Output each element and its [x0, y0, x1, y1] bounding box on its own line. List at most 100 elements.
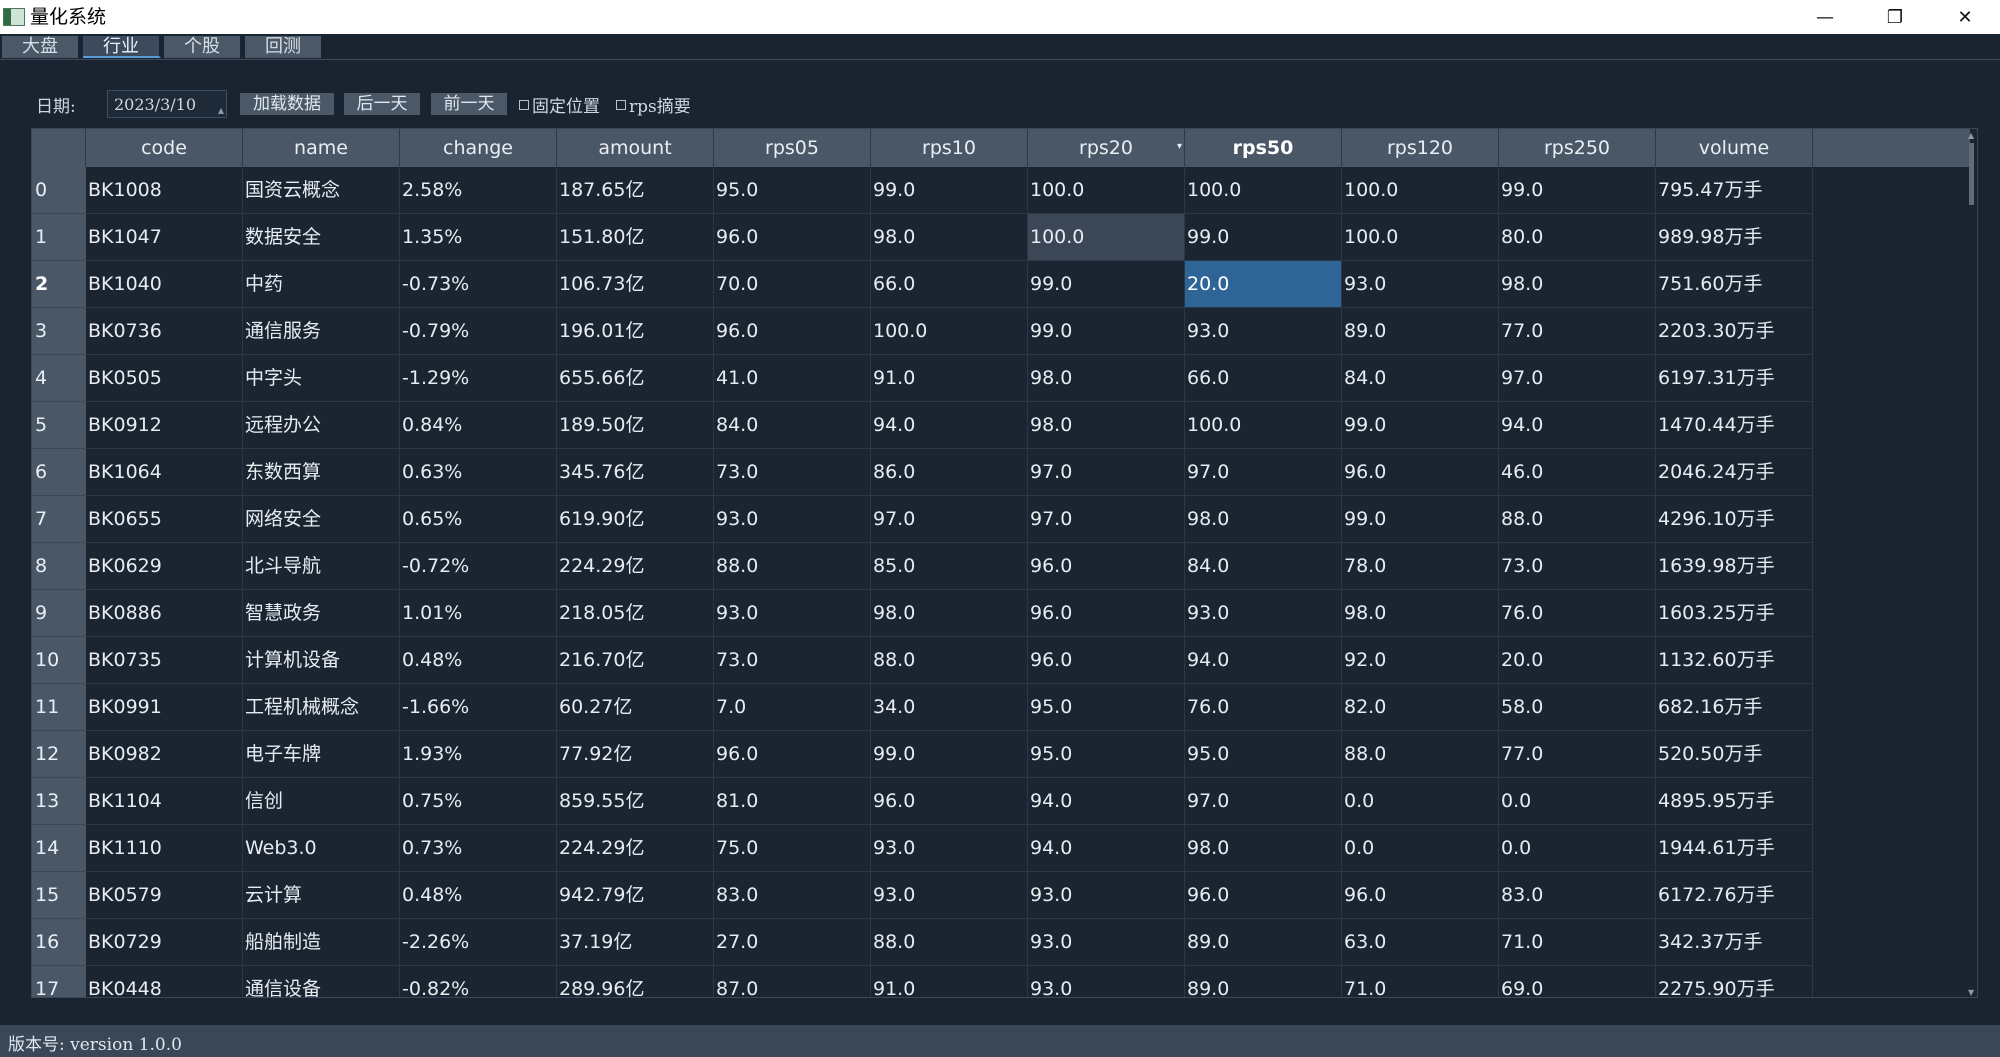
table-row[interactable]: 13 BK1104 信创 0.75% 859.55亿 81.0 96.0 94.0 97.0 0.…: [32, 778, 1813, 825]
cell-code[interactable]: BK1047: [86, 214, 243, 261]
cell-amount[interactable]: 224.29亿: [557, 543, 714, 590]
cell-change[interactable]: 0.48%: [400, 872, 557, 919]
cell-rps50[interactable]: 66.0: [1185, 355, 1342, 402]
cell-rps250[interactable]: 46.0: [1499, 449, 1656, 496]
cell-change[interactable]: 0.75%: [400, 778, 557, 825]
cell-rps20[interactable]: 100.0: [1028, 167, 1185, 214]
table-row[interactable]: 15 BK0579 云计算 0.48% 942.79亿 83.0 93.0 93.0 96.0 9…: [32, 872, 1813, 919]
cell-code[interactable]: BK1110: [86, 825, 243, 872]
row-index[interactable]: 12: [32, 731, 86, 778]
cell-code[interactable]: BK1104: [86, 778, 243, 825]
cell-rps250[interactable]: 69.0: [1499, 966, 1656, 997]
cell-rps10[interactable]: 96.0: [871, 778, 1028, 825]
cell-name[interactable]: 远程办公: [243, 402, 400, 449]
checkbox-box[interactable]: [616, 99, 626, 110]
prev-day-button[interactable]: 前一天: [431, 93, 507, 115]
row-index[interactable]: 10: [32, 637, 86, 684]
cell-volume[interactable]: 751.60万手: [1656, 261, 1813, 308]
cell-rps10[interactable]: 98.0: [871, 590, 1028, 637]
cell-rps50[interactable]: 95.0: [1185, 731, 1342, 778]
table-row[interactable]: 2 BK1040 中药 -0.73% 106.73亿 70.0 66.0 99.0 20.0 93…: [32, 261, 1813, 308]
cell-change[interactable]: -1.66%: [400, 684, 557, 731]
cell-volume[interactable]: 795.47万手: [1656, 167, 1813, 214]
cell-rps50[interactable]: 100.0: [1185, 402, 1342, 449]
cell-change[interactable]: 1.35%: [400, 214, 557, 261]
cell-change[interactable]: 0.48%: [400, 637, 557, 684]
cell-amount[interactable]: 619.90亿: [557, 496, 714, 543]
cell-change[interactable]: -2.26%: [400, 919, 557, 966]
cell-rps10[interactable]: 97.0: [871, 496, 1028, 543]
cell-rps05[interactable]: 96.0: [714, 214, 871, 261]
cell-rps05[interactable]: 75.0: [714, 825, 871, 872]
cell-name[interactable]: 数据安全: [243, 214, 400, 261]
cell-rps20[interactable]: 99.0: [1028, 308, 1185, 355]
cell-rps05[interactable]: 70.0: [714, 261, 871, 308]
row-index[interactable]: 5: [32, 402, 86, 449]
cell-rps250[interactable]: 71.0: [1499, 919, 1656, 966]
cell-rps250[interactable]: 97.0: [1499, 355, 1656, 402]
cell-rps20[interactable]: 98.0: [1028, 402, 1185, 449]
table-row[interactable]: 8 BK0629 北斗导航 -0.72% 224.29亿 88.0 85.0 96.0 84.0…: [32, 543, 1813, 590]
cell-rps05[interactable]: 95.0: [714, 167, 871, 214]
cell-rps120[interactable]: 93.0: [1342, 261, 1499, 308]
cell-amount[interactable]: 655.66亿: [557, 355, 714, 402]
next-day-button[interactable]: 后一天: [344, 93, 420, 115]
cell-rps05[interactable]: 93.0: [714, 496, 871, 543]
cell-rps50[interactable]: 97.0: [1185, 778, 1342, 825]
cell-rps250[interactable]: 80.0: [1499, 214, 1656, 261]
cell-rps10[interactable]: 99.0: [871, 167, 1028, 214]
cell-change[interactable]: 0.63%: [400, 449, 557, 496]
cell-rps250[interactable]: 98.0: [1499, 261, 1656, 308]
cell-rps250[interactable]: 0.0: [1499, 778, 1656, 825]
cell-rps250[interactable]: 94.0: [1499, 402, 1656, 449]
cell-rps10[interactable]: 66.0: [871, 261, 1028, 308]
cell-rps20[interactable]: 100.0: [1028, 214, 1185, 261]
cell-rps05[interactable]: 88.0: [714, 543, 871, 590]
cell-rps05[interactable]: 7.0: [714, 684, 871, 731]
cell-amount[interactable]: 151.80亿: [557, 214, 714, 261]
cell-change[interactable]: 1.93%: [400, 731, 557, 778]
table-row[interactable]: 0 BK1008 国资云概念 2.58% 187.65亿 95.0 99.0 100.0 100…: [32, 167, 1813, 214]
cell-rps50[interactable]: 96.0: [1185, 872, 1342, 919]
cell-code[interactable]: BK0982: [86, 731, 243, 778]
cell-change[interactable]: 0.65%: [400, 496, 557, 543]
cell-rps50[interactable]: 89.0: [1185, 966, 1342, 997]
cell-code[interactable]: BK1008: [86, 167, 243, 214]
table-row[interactable]: 12 BK0982 电子车牌 1.93% 77.92亿 96.0 99.0 95.0 95.0 8…: [32, 731, 1813, 778]
cell-volume[interactable]: 520.50万手: [1656, 731, 1813, 778]
column-header-rps120[interactable]: rps120: [1342, 129, 1499, 167]
cell-rps120[interactable]: 89.0: [1342, 308, 1499, 355]
cell-rps120[interactable]: 96.0: [1342, 449, 1499, 496]
cell-code[interactable]: BK0505: [86, 355, 243, 402]
cell-change[interactable]: -1.29%: [400, 355, 557, 402]
cell-rps20[interactable]: 95.0: [1028, 684, 1185, 731]
spin-arrow-icon[interactable]: ▲: [218, 97, 224, 125]
cell-amount[interactable]: 218.05亿: [557, 590, 714, 637]
cell-code[interactable]: BK0991: [86, 684, 243, 731]
row-index[interactable]: 0: [32, 167, 86, 214]
cell-volume[interactable]: 1470.44万手: [1656, 402, 1813, 449]
cell-change[interactable]: 0.73%: [400, 825, 557, 872]
vertical-scrollbar[interactable]: ▲ ▼: [1968, 131, 1975, 997]
cell-amount[interactable]: 60.27亿: [557, 684, 714, 731]
row-index[interactable]: 1: [32, 214, 86, 261]
cell-amount[interactable]: 224.29亿: [557, 825, 714, 872]
cell-rps05[interactable]: 27.0: [714, 919, 871, 966]
cell-rps50[interactable]: 20.0: [1185, 261, 1342, 308]
row-index[interactable]: 3: [32, 308, 86, 355]
cell-change[interactable]: -0.79%: [400, 308, 557, 355]
row-index[interactable]: 2: [32, 261, 86, 308]
cell-rps120[interactable]: 96.0: [1342, 872, 1499, 919]
table-row[interactable]: 3 BK0736 通信服务 -0.79% 196.01亿 96.0 100.0 99.0 93.…: [32, 308, 1813, 355]
row-index[interactable]: 4: [32, 355, 86, 402]
row-index[interactable]: 17: [32, 966, 86, 997]
cell-rps250[interactable]: 76.0: [1499, 590, 1656, 637]
cell-rps20[interactable]: 93.0: [1028, 966, 1185, 997]
cell-rps10[interactable]: 88.0: [871, 637, 1028, 684]
cell-change[interactable]: -0.73%: [400, 261, 557, 308]
cell-rps250[interactable]: 73.0: [1499, 543, 1656, 590]
cell-amount[interactable]: 289.96亿: [557, 966, 714, 997]
table-row[interactable]: 5 BK0912 远程办公 0.84% 189.50亿 84.0 94.0 98.0 100.0…: [32, 402, 1813, 449]
scroll-down-icon[interactable]: ▼: [1968, 988, 1974, 997]
cell-rps10[interactable]: 99.0: [871, 731, 1028, 778]
